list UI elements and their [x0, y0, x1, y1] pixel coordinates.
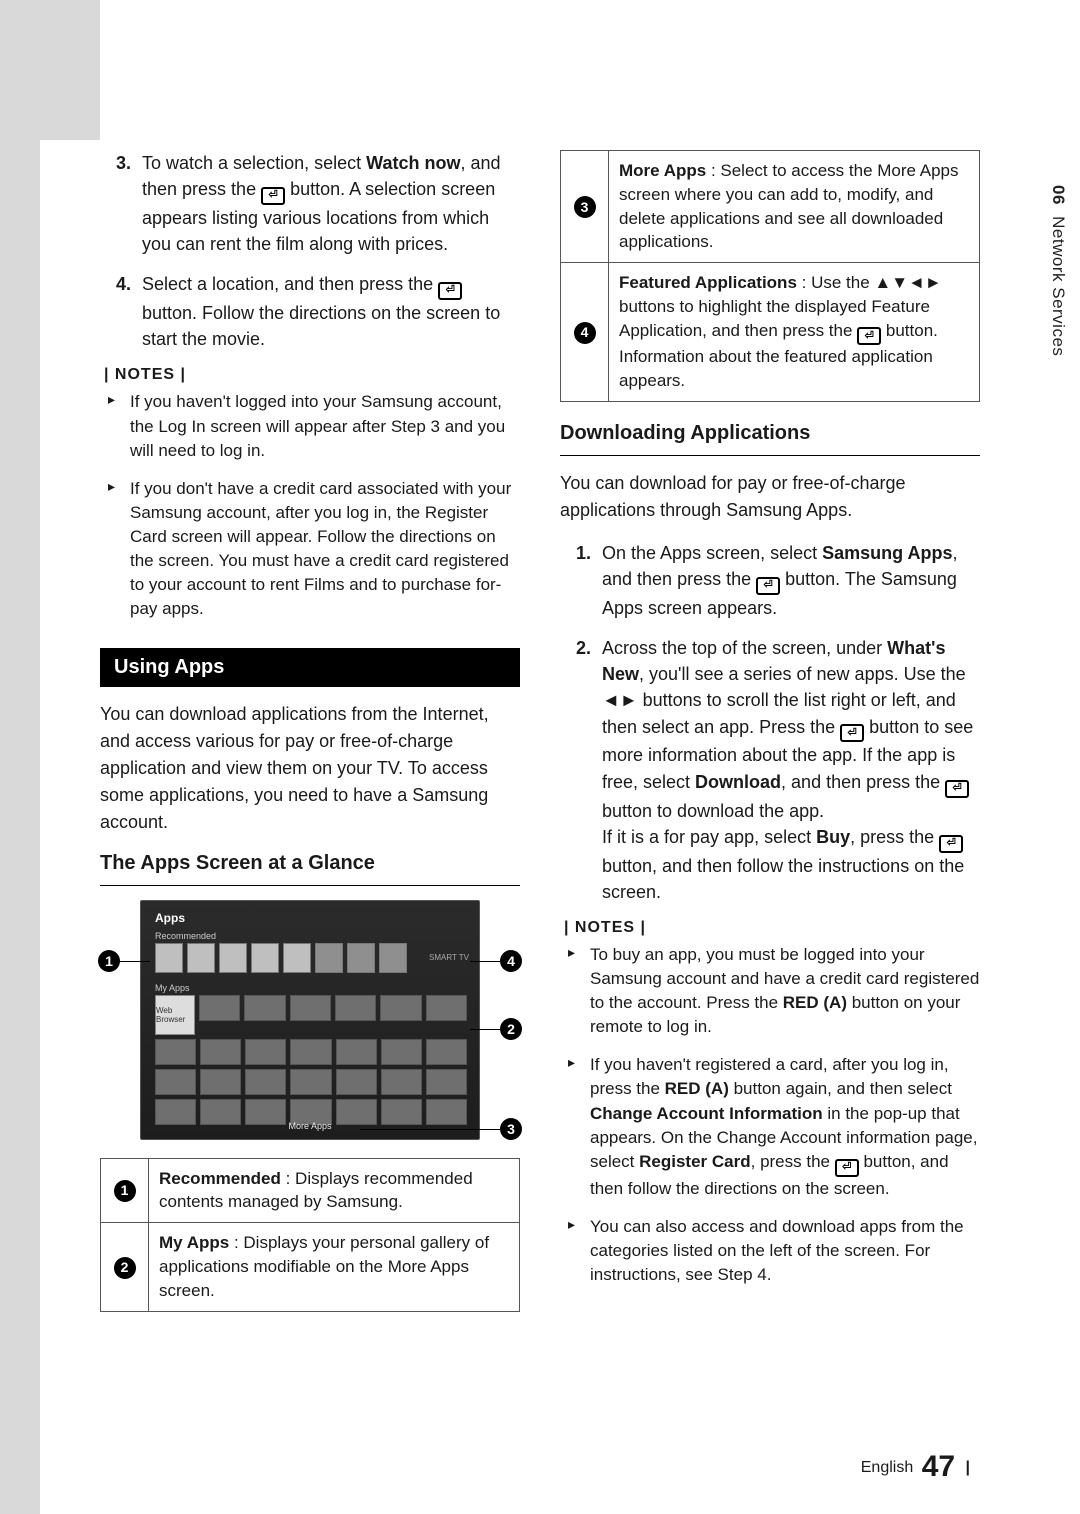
note-item: If you haven't logged into your Samsung …	[128, 390, 520, 462]
diagram-recommended-label: Recommended	[155, 931, 216, 941]
footer-bar: |	[966, 1459, 970, 1476]
callout-number: 3	[574, 196, 596, 218]
callout-table-left: 1 Recommended : Displays recommended con…	[100, 1158, 520, 1312]
step-1: On the Apps screen, select Samsung Apps,…	[596, 540, 980, 621]
download-steps: On the Apps screen, select Samsung Apps,…	[560, 540, 980, 905]
notes-list: If you haven't logged into your Samsung …	[100, 390, 520, 621]
chapter-number: 06	[1049, 185, 1068, 205]
callout-lead	[360, 1129, 500, 1131]
enter-icon	[438, 282, 462, 300]
callout-lead	[470, 961, 500, 963]
notes-list: To buy an app, you must be logged into y…	[560, 943, 980, 1287]
rule	[560, 455, 980, 456]
subheading-downloading: Downloading Applications	[560, 422, 980, 445]
subheading-apps-glance: The Apps Screen at a Glance	[100, 852, 520, 875]
enter-icon	[857, 327, 881, 345]
diagram-recommended-row	[155, 943, 407, 973]
rule	[100, 885, 520, 886]
callout-1: 1	[98, 950, 120, 972]
enter-icon	[945, 780, 969, 798]
right-column: 3 More Apps : Select to access the More …	[560, 150, 980, 1312]
enter-icon	[261, 187, 285, 205]
note-item: If you don't have a credit card associat…	[128, 477, 520, 622]
left-column: To watch a selection, select Watch now, …	[100, 150, 520, 1312]
callout-number: 2	[114, 1257, 136, 1279]
callout-4: 4	[500, 950, 522, 972]
note-item: If you haven't registered a card, after …	[588, 1053, 980, 1200]
footer-language: English	[861, 1459, 913, 1476]
callout-table-right: 3 More Apps : Select to access the More …	[560, 150, 980, 402]
callout-number: 1	[114, 1180, 136, 1202]
diagram-moreapps-label: More Apps	[288, 1121, 331, 1131]
diagram-webbrowser-tile: Web Browser	[155, 995, 195, 1035]
enter-icon	[939, 835, 963, 853]
note-item: You can also access and download apps fr…	[588, 1215, 980, 1287]
footer-page-number: 47	[922, 1450, 955, 1483]
table-row: 4 Featured Applications : Use the ▲▼◄► b…	[561, 263, 980, 402]
table-row: 2 My Apps : Displays your personal galle…	[101, 1223, 520, 1311]
step-3: To watch a selection, select Watch now, …	[136, 150, 520, 257]
notes-heading: | NOTES |	[564, 919, 980, 937]
table-row: 3 More Apps : Select to access the More …	[561, 151, 980, 263]
step-4: Select a location, and then press the bu…	[136, 271, 520, 352]
section-heading-using-apps: Using Apps	[100, 648, 520, 687]
tv-screen: Apps Recommended SMART TV My Apps Web Br…	[140, 900, 480, 1140]
diagram-myapps-grid: Web Browser	[155, 995, 467, 1129]
callout-3: 3	[500, 1118, 522, 1140]
enter-icon	[835, 1159, 859, 1177]
diagram-myapps-label: My Apps	[155, 983, 190, 993]
enter-icon	[840, 724, 864, 742]
table-row: 1 Recommended : Displays recommended con…	[101, 1158, 520, 1223]
callout-lead	[120, 961, 150, 963]
notes-heading: | NOTES |	[104, 366, 520, 384]
callout-lead	[470, 1029, 500, 1031]
apps-screen-diagram: Apps Recommended SMART TV My Apps Web Br…	[100, 900, 520, 1140]
using-apps-paragraph: You can download applications from the I…	[100, 701, 520, 836]
page-content: To watch a selection, select Watch now, …	[100, 150, 980, 1312]
callout-2: 2	[500, 1018, 522, 1040]
enter-icon	[756, 577, 780, 595]
chapter-title: Network Services	[1049, 216, 1068, 356]
margin-shade-left	[0, 0, 40, 1514]
step-2: Across the top of the screen, under What…	[596, 635, 980, 905]
note-item: To buy an app, you must be logged into y…	[588, 943, 980, 1040]
diagram-smart-label: SMART TV	[429, 953, 469, 962]
callout-number: 4	[574, 322, 596, 344]
page-footer: English 47 |	[861, 1450, 970, 1484]
watch-steps: To watch a selection, select Watch now, …	[100, 150, 520, 352]
diagram-title: Apps	[155, 911, 185, 925]
downloading-paragraph: You can download for pay or free-of-char…	[560, 470, 980, 524]
margin-shade-top	[0, 0, 100, 140]
chapter-tab: 06 Network Services	[1048, 185, 1068, 356]
